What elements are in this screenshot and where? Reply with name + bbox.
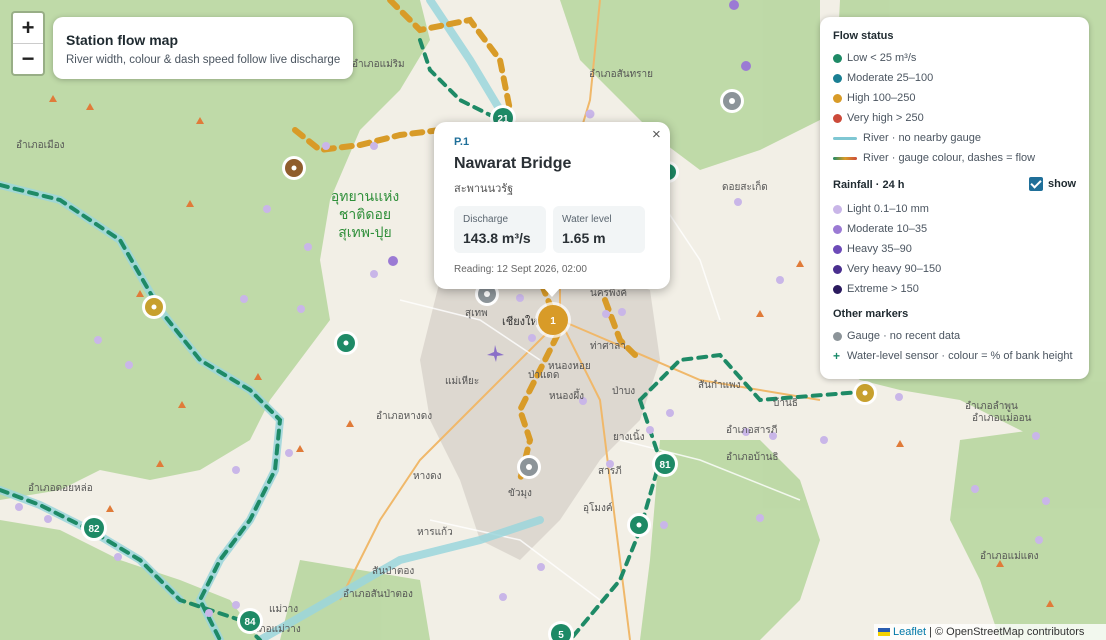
rain-moderate-swatch [833, 225, 842, 234]
river-gauge-swatch [833, 157, 857, 160]
attribution: Leaflet | © OpenStreetMap contributors [874, 624, 1106, 640]
reading-time: Reading: 12 Sept 2026, 02:00 [454, 264, 587, 275]
rain-light-swatch [833, 205, 842, 214]
svg-text:1: 1 [550, 316, 556, 327]
river-swatch [833, 137, 857, 140]
town-label: อำเภอแม่ริม [352, 59, 405, 70]
discharge-box: Discharge 143.8 m³/s [454, 206, 546, 253]
sensor-plus-icon: + [833, 349, 841, 363]
other-markers-heading: Other markers [833, 308, 909, 320]
station-popup: × P.1 Nawarat Bridge สะพานนวรัฐ Discharg… [434, 122, 670, 297]
station-name: Nawarat Bridge [454, 155, 572, 172]
town-label: แม่เหียะ [445, 375, 479, 387]
town-label: อำเภอแม่แตง [980, 551, 1039, 562]
leaflet-link[interactable]: Leaflet [893, 626, 926, 638]
rainfall-show-label[interactable]: show [1048, 178, 1076, 190]
sensor-marker-high[interactable] [142, 295, 166, 319]
discharge-label: Discharge [463, 214, 509, 225]
town-label: อำเภอสันป่าตอง [343, 589, 413, 600]
gauge-no-data-marker[interactable] [720, 89, 744, 113]
town-label: หารแก้ว [417, 526, 453, 538]
rain-very-heavy-swatch [833, 265, 842, 274]
town-label: อำเภอลำพูน [965, 401, 1018, 412]
map-title: Station flow map [66, 32, 178, 48]
zoom-control: + − [11, 11, 45, 76]
title-card: Station flow map River width, colour & d… [53, 17, 353, 79]
high-swatch [833, 94, 842, 103]
sensor-marker-low[interactable] [627, 513, 651, 537]
town-label: อำเภอบ้านธิ [726, 451, 779, 463]
town-label: แม่วาง [269, 604, 298, 615]
flow-status-heading: Flow status [833, 30, 894, 42]
zoom-out-button[interactable]: − [13, 44, 43, 74]
cluster-marker-5[interactable]: 5 [548, 621, 574, 640]
town-label: ยางเนิ้ง [613, 429, 645, 443]
water-level-box: Water level 1.65 m [553, 206, 645, 253]
sensor-marker-low[interactable] [334, 331, 358, 355]
water-level-label: Water level [562, 214, 612, 225]
park-label-line-1: อุทยานแห่ง [331, 188, 399, 205]
svg-text:84: 84 [244, 617, 256, 628]
svg-text:81: 81 [659, 460, 671, 471]
map-subtitle: River width, colour & dash speed follow … [66, 54, 341, 66]
town-label: อำเภอหางดง [376, 411, 432, 422]
town-label: ป่าบง [612, 386, 635, 397]
town-label: สันป่าตอง [372, 566, 414, 577]
cluster-marker-82[interactable]: 82 [81, 515, 107, 541]
low-swatch [833, 54, 842, 63]
town-label: อำเภอสันทราย [589, 69, 653, 80]
gauge-no-data-marker[interactable] [517, 455, 541, 479]
gauge-no-data-swatch [833, 332, 842, 341]
station-code: P.1 [454, 136, 470, 148]
town-label: ขัวมุง [508, 488, 532, 499]
cluster-marker-84[interactable]: 84 [237, 608, 263, 634]
town-label: บ้านธิ [773, 397, 798, 409]
water-level-value: 1.65 m [562, 230, 606, 246]
ukraine-flag-icon [878, 628, 890, 636]
rainfall-heading: Rainfall · 24 h [833, 179, 905, 191]
town-label: ท่าศาลา [590, 341, 626, 352]
discharge-value: 143.8 m³/s [463, 230, 531, 246]
park-label: อุทยานแห่ง ชาติดอย สุเทพ-ปุย [331, 188, 399, 241]
town-label: อำเภอสารภี [726, 424, 777, 436]
rain-heavy-swatch [833, 245, 842, 254]
town-label: หนองผึ้ง [549, 388, 584, 402]
town-label: อำเภอเมือง [16, 139, 65, 151]
town-label: ดอยสะเก็ด [722, 179, 768, 193]
popup-close-button[interactable]: × [652, 126, 661, 143]
zoom-in-button[interactable]: + [13, 13, 43, 44]
town-label: สารภี [598, 465, 622, 477]
town-label: สุเทพ [465, 308, 488, 319]
park-label-line-3: สุเทพ-ปุย [338, 224, 392, 241]
sensor-marker-high[interactable] [853, 381, 877, 405]
very-high-swatch [833, 114, 842, 123]
rain-extreme-swatch [833, 285, 842, 294]
urban-area [420, 260, 660, 560]
station-name-thai: สะพานนวรัฐ [454, 183, 514, 195]
town-label: อำเภอแม่ออน [972, 413, 1032, 424]
selected-station-marker[interactable]: 1 [535, 302, 571, 338]
town-label: สันกำแพง [698, 380, 741, 391]
town-label: หนองหอย [548, 361, 591, 372]
sensor-marker-high[interactable] [282, 156, 306, 180]
cluster-marker-81[interactable]: 81 [652, 451, 678, 477]
osm-link[interactable]: OpenStreetMap contributors [946, 626, 1084, 638]
moderate-swatch [833, 74, 842, 83]
legend-panel: Flow status Low < 25 m³/s Moderate 25–10… [820, 17, 1089, 379]
svg-text:5: 5 [558, 630, 564, 640]
town-label: อุโมงค์ [583, 501, 613, 514]
town-label: อำเภอดอยหล่อ [28, 483, 93, 494]
svg-text:82: 82 [88, 524, 100, 535]
rainfall-show-checkbox[interactable] [1029, 177, 1043, 191]
park-label-line-2: ชาติดอย [339, 206, 391, 222]
town-label: หางดง [413, 471, 442, 482]
attribution-separator: | © [926, 626, 947, 638]
